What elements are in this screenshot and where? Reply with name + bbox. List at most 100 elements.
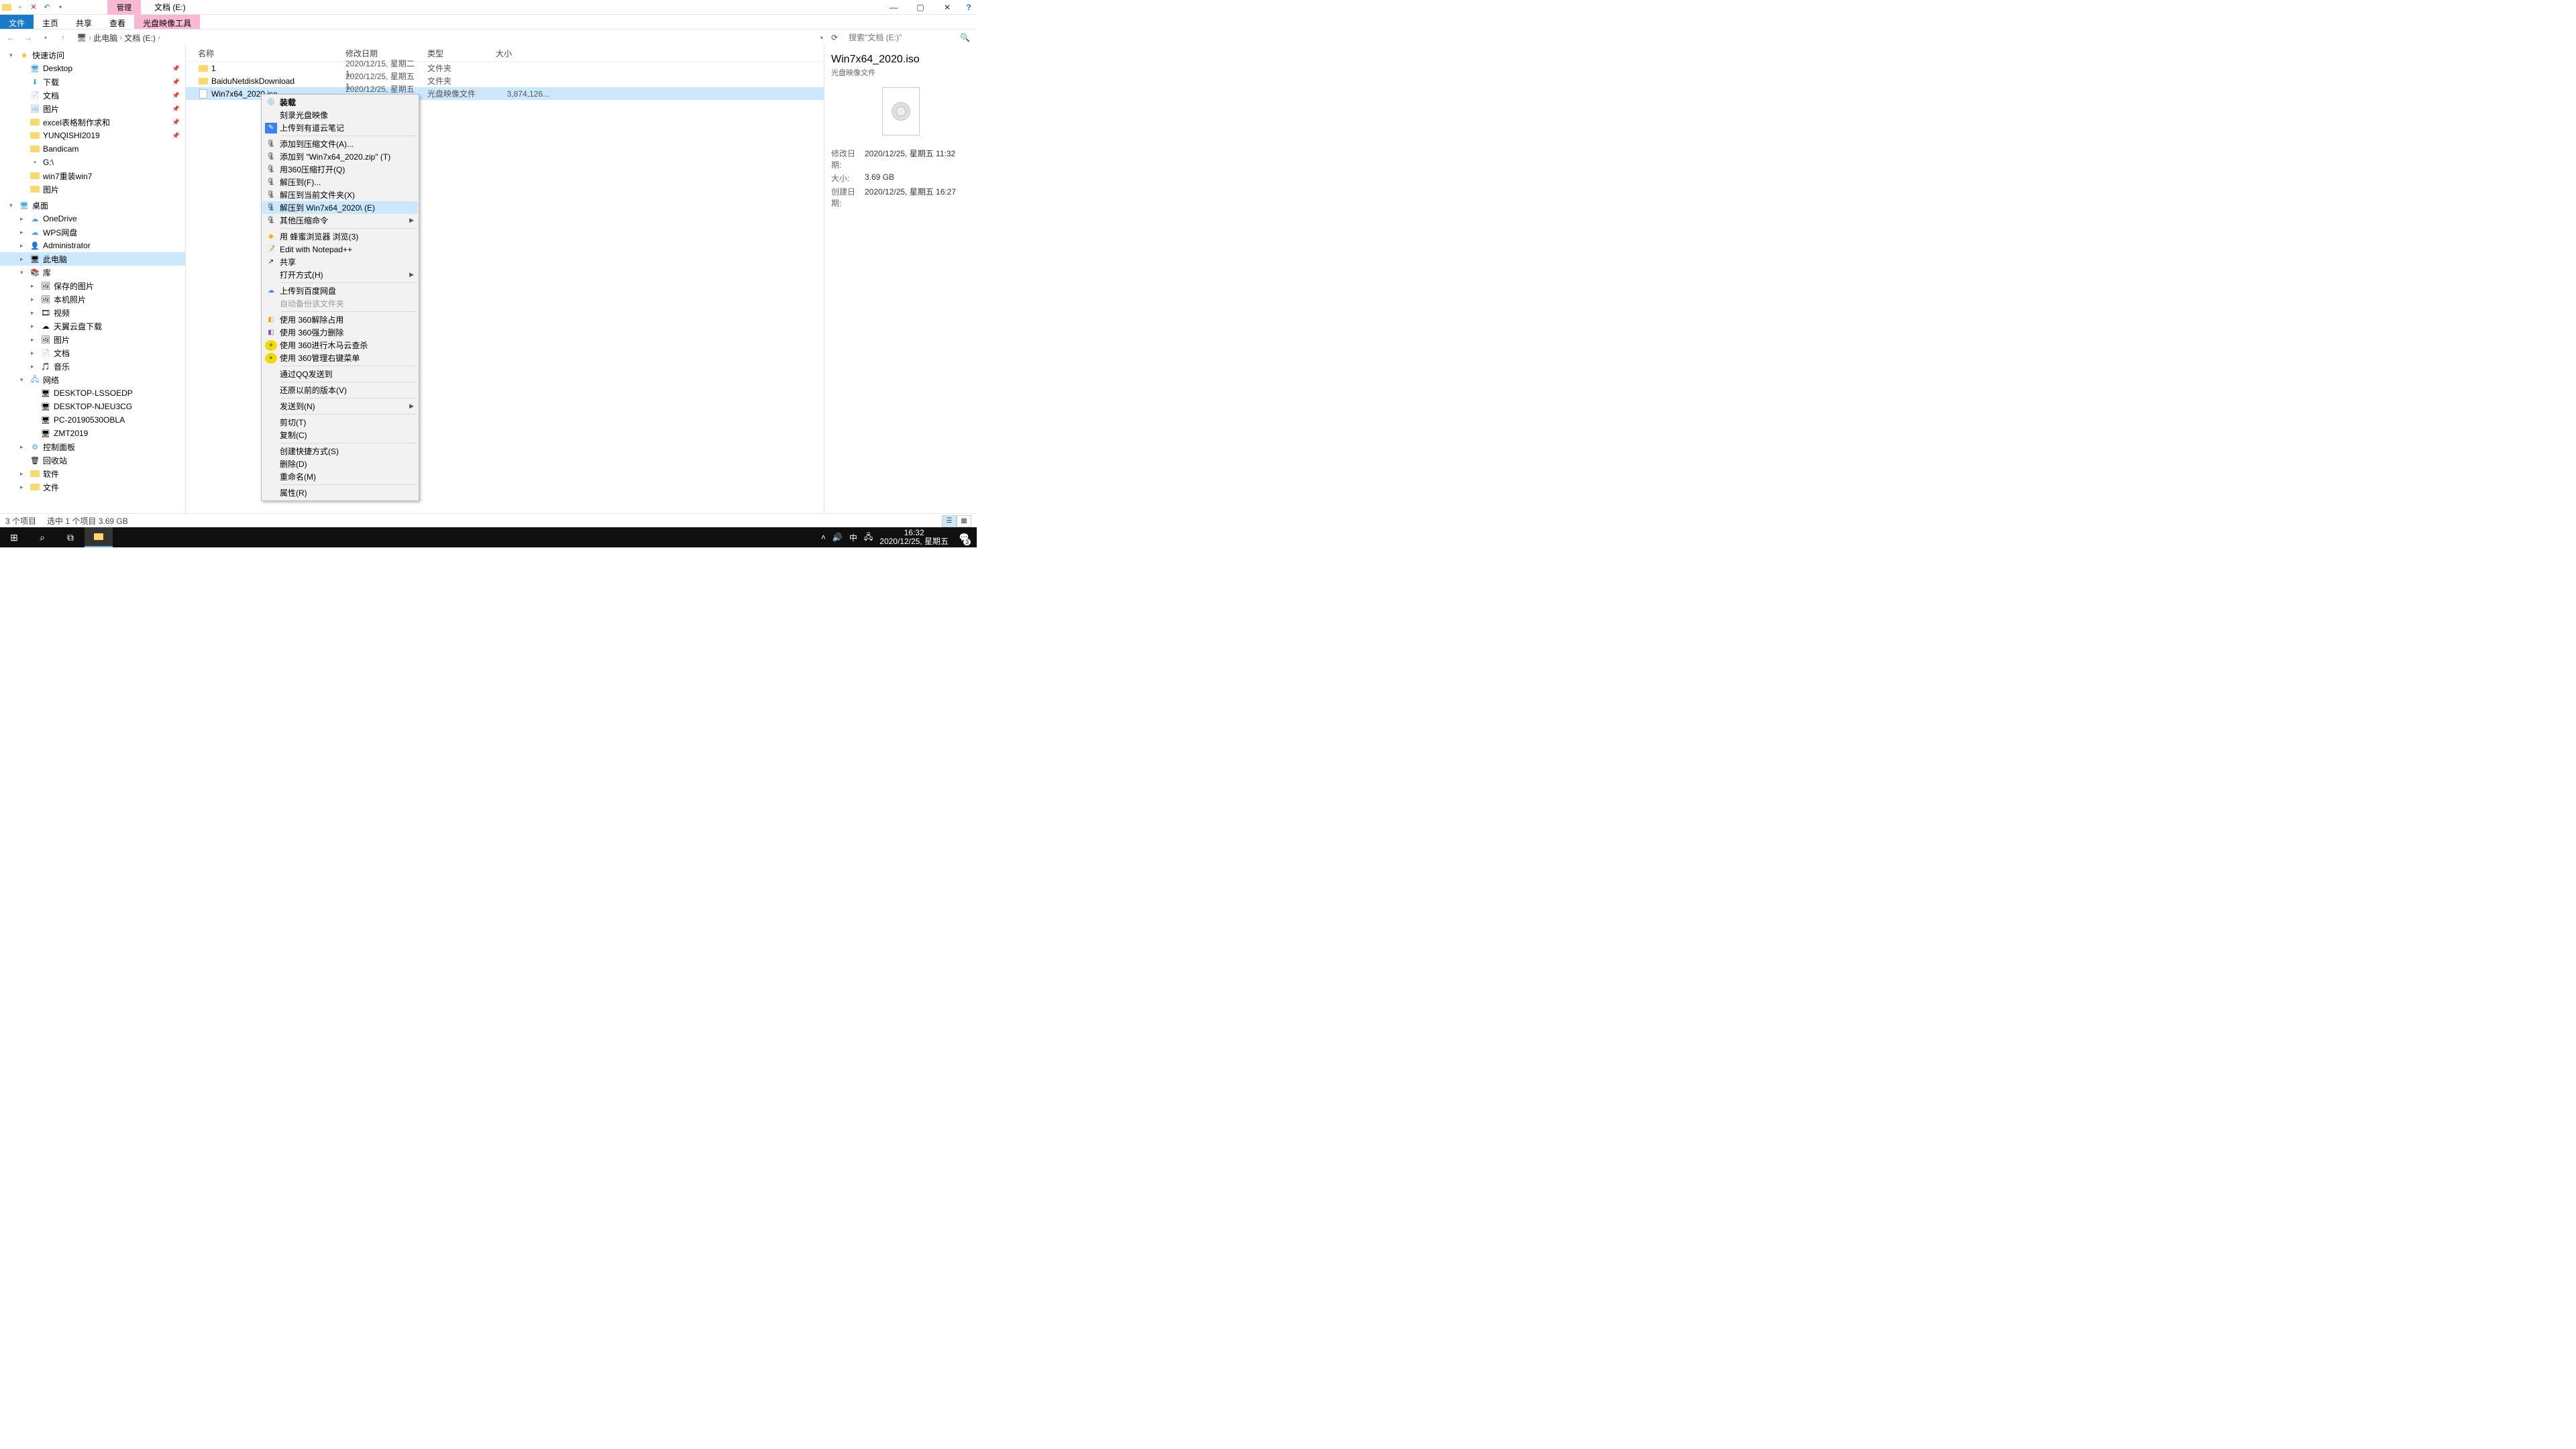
tree-files[interactable]: ▸文件 (0, 480, 185, 494)
task-view-button[interactable]: ⧉ (56, 527, 85, 547)
tree-lib-pics[interactable]: ▸🖼图片 (0, 333, 185, 346)
tab-view[interactable]: 查看 (101, 15, 134, 29)
explorer-taskbar-button[interactable] (85, 527, 113, 547)
tree-gdrive[interactable]: ▪G:\ (0, 156, 185, 169)
ctx-360-manage[interactable]: ●使用 360管理右键菜单 (262, 352, 418, 364)
tree-quick-access[interactable]: ▾★快速访问 (0, 48, 185, 62)
tree-pc3[interactable]: 🖥PC-20190530OBLA (0, 413, 185, 427)
chevron-right-icon[interactable]: › (89, 33, 91, 42)
ctx-burn[interactable]: 刻录光盘映像 (262, 109, 418, 121)
tree-onedrive[interactable]: ▸☁OneDrive (0, 212, 185, 225)
back-button[interactable]: ← (4, 31, 17, 44)
file-row[interactable]: 12020/12/15, 星期二 1...文件夹 (186, 62, 824, 74)
tree-pc4[interactable]: 🖥ZMT2019 (0, 427, 185, 440)
tab-share[interactable]: 共享 (67, 15, 101, 29)
col-size[interactable]: 大小 (496, 48, 549, 59)
ctx-send-to[interactable]: 发送到(N)▶ (262, 400, 418, 413)
tree-pc1[interactable]: 🖥DESKTOP-LSSOEDP (0, 386, 185, 400)
ctx-360-delete[interactable]: ◧使用 360强力删除 (262, 326, 418, 339)
breadcrumb-dropdown-icon[interactable]: ▾ (820, 35, 823, 41)
tree-saved-pics[interactable]: ▸🖼保存的图片 (0, 279, 185, 292)
ctx-delete[interactable]: 删除(D) (262, 458, 418, 470)
ctx-add-zip-named[interactable]: 🗜添加到 "Win7x64_2020.zip" (T) (262, 150, 418, 163)
ctx-properties[interactable]: 属性(R) (262, 486, 418, 499)
tree-pics2[interactable]: 图片 (0, 182, 185, 196)
ime-indicator[interactable]: 中 (849, 532, 857, 543)
volume-icon[interactable]: 🔊 (833, 533, 843, 542)
clock[interactable]: 16:32 2020/12/25, 星期五 (879, 529, 949, 546)
recent-dropdown[interactable]: ▾ (39, 31, 52, 44)
tree-documents[interactable]: 📄文档📌 (0, 89, 185, 102)
file-row[interactable]: BaiduNetdiskDownload2020/12/25, 星期五 1...… (186, 74, 824, 87)
ctx-other-zip[interactable]: 🗜其他压缩命令▶ (262, 214, 418, 227)
ctx-360-unlock[interactable]: ◧使用 360解除占用 (262, 313, 418, 326)
refresh-button[interactable]: ⟳ (827, 33, 842, 42)
qat-undo-icon[interactable]: ↶ (42, 2, 52, 13)
ctx-copy[interactable]: 复制(C) (262, 429, 418, 441)
column-headers[interactable]: 名称 修改日期 类型 大小 (186, 46, 824, 62)
col-type[interactable]: 类型 (427, 48, 496, 59)
tab-file[interactable]: 文件 (0, 15, 34, 29)
help-button[interactable]: ? (961, 0, 977, 15)
tree-yunqishi[interactable]: YUNQISHI2019📌 (0, 129, 185, 142)
tree-desktop[interactable]: 🖥Desktop📌 (0, 62, 185, 75)
start-button[interactable]: ⊞ (0, 527, 28, 547)
tree-pictures[interactable]: 🖼图片📌 (0, 102, 185, 115)
tray-overflow-icon[interactable]: ˄ (821, 533, 826, 542)
tree-library[interactable]: ▾📚库 (0, 266, 185, 279)
up-button[interactable]: ↑ (56, 31, 70, 44)
network-icon[interactable]: 🖧 (864, 531, 873, 545)
search-icon[interactable]: 🔍 (957, 33, 973, 42)
qat-delete-icon[interactable]: ✕ (28, 2, 39, 13)
action-center-button[interactable]: 💬3 (955, 527, 973, 547)
ctx-cut[interactable]: 剪切(T) (262, 416, 418, 429)
tree-network[interactable]: ▾🖧网络 (0, 373, 185, 386)
ctx-qq-send[interactable]: 通过QQ发送到 (262, 368, 418, 380)
qat-properties-icon[interactable]: ▫ (15, 2, 25, 13)
tree-software[interactable]: ▸软件 (0, 467, 185, 480)
ctx-rename[interactable]: 重命名(M) (262, 470, 418, 483)
tree-videos[interactable]: ▸🎞视频 (0, 306, 185, 319)
breadcrumb-path[interactable]: 文档 (E:) (124, 32, 156, 44)
col-name[interactable]: 名称 (198, 48, 345, 59)
ctx-baidu-upload[interactable]: ☁上传到百度网盘 (262, 284, 418, 297)
close-button[interactable]: ✕ (934, 0, 961, 15)
tab-home[interactable]: 主页 (34, 15, 67, 29)
tree-local-pics[interactable]: ▸🖼本机照片 (0, 292, 185, 306)
tree-thispc[interactable]: ▸🖥此电脑 (0, 252, 185, 266)
ctx-notepad[interactable]: 📝Edit with Notepad++ (262, 243, 418, 256)
tree-admin[interactable]: ▸👤Administrator (0, 239, 185, 252)
maximize-button[interactable]: ▢ (907, 0, 934, 15)
nav-tree[interactable]: ▾★快速访问 🖥Desktop📌 ⬇下载📌 📄文档📌 🖼图片📌 excel表格制… (0, 46, 186, 513)
tree-wps[interactable]: ▸☁WPS网盘 (0, 225, 185, 239)
search-button[interactable]: ⌕ (28, 527, 56, 547)
breadcrumb-pc[interactable]: 此电脑 (93, 32, 117, 44)
qat-dropdown-icon[interactable]: ▾ (55, 2, 66, 13)
minimize-button[interactable]: — (880, 0, 907, 15)
view-details-button[interactable]: ☰ (942, 515, 957, 527)
tree-ctrlpanel[interactable]: ▸⚙控制面板 (0, 440, 185, 453)
tree-desktop-root[interactable]: ▾🖥桌面 (0, 199, 185, 212)
ctx-extract-here[interactable]: 🗜解压到当前文件夹(X) (262, 189, 418, 201)
search-input[interactable] (846, 31, 953, 44)
tree-lib-music[interactable]: ▸🎵音乐 (0, 360, 185, 373)
breadcrumb[interactable]: 🖥 › 此电脑 › 文档 (E:) › (74, 32, 816, 44)
tab-disc-tools[interactable]: 光盘映像工具 (134, 15, 200, 29)
ctx-shortcut[interactable]: 创建快捷方式(S) (262, 445, 418, 458)
contextual-tab-manage[interactable]: 管理 (107, 0, 141, 15)
tree-bandicam[interactable]: Bandicam (0, 142, 185, 156)
tree-downloads[interactable]: ⬇下载📌 (0, 75, 185, 89)
ctx-restore[interactable]: 还原以前的版本(V) (262, 384, 418, 396)
ctx-extract-named[interactable]: 🗜解压到 Win7x64_2020\ (E) (262, 201, 418, 214)
ctx-open-with[interactable]: 打开方式(H)▶ (262, 268, 418, 281)
tree-lib-docs[interactable]: ▸📄文档 (0, 346, 185, 360)
ctx-mount[interactable]: 💿装载 (262, 96, 418, 109)
ctx-open-360zip[interactable]: 🗜用360压缩打开(Q) (262, 163, 418, 176)
ctx-extract-to[interactable]: 🗜解压到(F)... (262, 176, 418, 189)
ctx-add-zip[interactable]: 🗜添加到压缩文件(A)... (262, 138, 418, 150)
ctx-share[interactable]: ↗共享 (262, 256, 418, 268)
tree-tianyi[interactable]: ▸☁天翼云盘下载 (0, 319, 185, 333)
ctx-youdao[interactable]: ✎上传到有道云笔记 (262, 121, 418, 134)
forward-button[interactable]: → (21, 31, 35, 44)
ctx-honey-browser[interactable]: ◆用 蜂蜜浏览器 浏览(3) (262, 230, 418, 243)
